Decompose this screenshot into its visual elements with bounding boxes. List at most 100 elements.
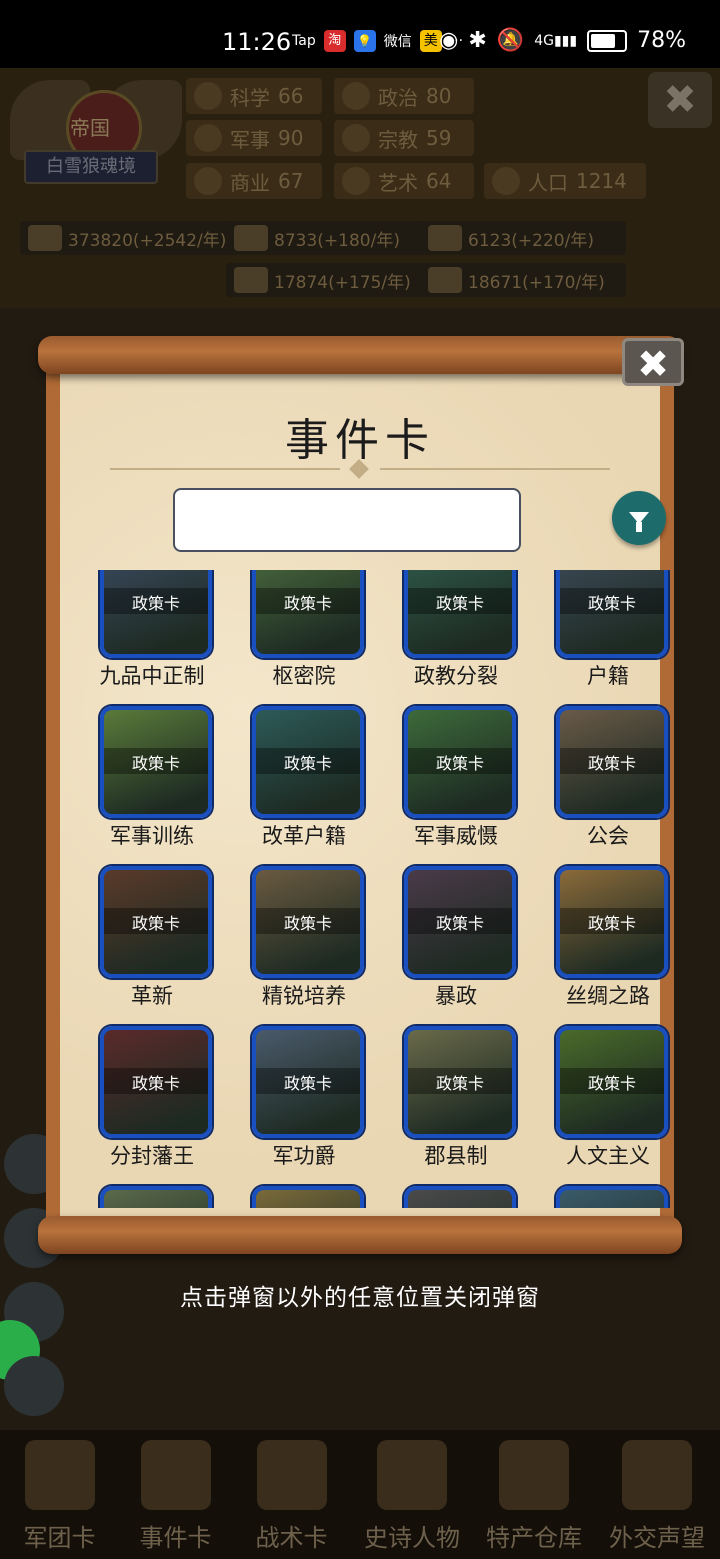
card-type-label: 政策卡: [587, 754, 636, 773]
card-type-label: 政策卡: [283, 1074, 332, 1093]
crown-icon: [377, 1440, 447, 1510]
policy-card[interactable]: 政策卡: [386, 1186, 526, 1208]
card-type-label: 政策卡: [131, 914, 180, 933]
stat-religion: 宗教 59: [334, 120, 474, 156]
stat-science: 科学 66: [186, 78, 322, 114]
policy-card[interactable]: 政策卡枢密院: [234, 570, 374, 696]
card-art: 政策卡: [404, 866, 516, 978]
policy-card[interactable]: 政策卡 公会: [538, 706, 678, 856]
card-art: 政策卡: [404, 570, 516, 658]
envelope-icon: [622, 1440, 692, 1510]
search-input[interactable]: [173, 488, 521, 552]
card-art: 政策卡: [556, 570, 668, 658]
help-button[interactable]: [4, 1356, 64, 1416]
iron-icon: [428, 225, 462, 251]
card-name: 革新: [131, 984, 173, 1008]
policy-card[interactable]: 政策卡: [82, 1186, 222, 1208]
scroll-icon: [140, 1440, 211, 1510]
policy-card[interactable]: 政策卡 政教分裂: [386, 570, 526, 696]
bulb-icon: 💡: [353, 30, 376, 52]
battery-icon: [587, 29, 628, 52]
card-name: 公会: [587, 824, 629, 848]
eye-icon: ◉: [439, 28, 459, 53]
filter-icon: [629, 512, 649, 532]
scroll-paper: 事件卡 政策卡 九品中正制 政策卡 枢密院 政策卡 政教分裂 政策卡 户籍 政策卡 军事训练 政策卡…: [46, 366, 674, 1226]
card-type-label: 政策卡: [131, 594, 180, 613]
wechat-icon: 微信: [383, 34, 412, 50]
wood-icon: [234, 225, 268, 251]
policy-card[interactable]: 政策卡九品中正制: [82, 570, 222, 696]
policy-card[interactable]: 政策卡 郡县制: [386, 1026, 526, 1176]
leaf-icon: [342, 167, 370, 195]
card-type-label: 政策卡: [587, 594, 636, 613]
policy-card[interactable]: 政策卡 户籍: [538, 570, 678, 696]
capitol-icon: [342, 82, 370, 110]
card-name: 枢密院: [272, 664, 336, 688]
status-time: 11:26: [222, 28, 292, 56]
stat-commerce: 商业 67: [186, 163, 322, 199]
card-name: 军事训练: [110, 824, 194, 848]
nav-tactic-cards[interactable]: 战术卡: [234, 1430, 349, 1552]
card-name: 分封藩王: [110, 1144, 194, 1168]
person-icon: [492, 167, 520, 195]
card-art: 政策卡: [100, 1026, 212, 1138]
policy-card[interactable]: 政策卡 暴政: [386, 866, 526, 1016]
policy-card[interactable]: 政策卡军事训练: [82, 706, 222, 856]
card-art: 政策卡: [404, 1026, 516, 1138]
planet-icon: [194, 82, 222, 110]
event-card-modal: 事件卡 政策卡 九品中正制 政策卡 枢密院 政策卡 政教分裂 政策卡 户籍 政策卡 军事训练 政策卡…: [38, 336, 684, 1266]
policy-card[interactable]: 政策卡人文主义: [538, 1026, 678, 1176]
scroll-rod-bottom: [38, 1216, 682, 1254]
status-app-icons: Tap 淘 💡 微信 美 ···: [292, 30, 463, 52]
card-type-label: 政策卡: [283, 594, 332, 613]
resource-wood: 8733(+180/年): [226, 221, 426, 255]
modal-close-button[interactable]: ✖: [622, 338, 684, 386]
card-art: 政策卡: [252, 706, 364, 818]
card-type-label: 政策卡: [131, 754, 180, 773]
filter-button[interactable]: [612, 491, 666, 545]
card-name: 人文主义: [566, 1144, 650, 1168]
helmet-icon: [24, 1440, 95, 1510]
card-name: 改革户籍: [262, 824, 346, 848]
card-grid[interactable]: 政策卡 九品中正制 政策卡 枢密院 政策卡 政教分裂 政策卡 户籍 政策卡 军事训练 政策卡 改革户籍…: [82, 570, 682, 1208]
card-type-label: 政策卡: [435, 1074, 484, 1093]
card-art: 政策卡: [100, 570, 212, 658]
tap-icon: Tap: [292, 33, 316, 49]
taobao-icon: 淘: [323, 30, 346, 52]
nav-specialty-warehouse[interactable]: 特产仓库: [476, 1430, 592, 1552]
hud-close-button[interactable]: ✖: [648, 72, 712, 128]
nav-legion-cards[interactable]: 军团卡: [2, 1430, 117, 1552]
policy-card[interactable]: 政策卡: [234, 1186, 374, 1208]
card-type-label: 政策卡: [587, 1074, 636, 1093]
card-art: 政策卡: [252, 570, 364, 658]
policy-card[interactable]: 政策卡 革新: [82, 866, 222, 1016]
nav-epic-figures[interactable]: 史诗人物: [354, 1430, 470, 1552]
resource-meat: 18671(+170/年): [420, 263, 626, 297]
card-type-label: 政策卡: [283, 914, 332, 933]
policy-card[interactable]: 政策卡改革户籍: [234, 706, 374, 856]
policy-card[interactable]: 政策卡 丝绸之路: [538, 866, 678, 1016]
nav-event-cards[interactable]: 事件卡: [118, 1430, 233, 1552]
policy-card[interactable]: 政策卡 军事威慑: [386, 706, 526, 856]
card-name: 九品中正制: [99, 664, 205, 688]
stat-politics: 政治 80: [334, 78, 474, 114]
card-name: 户籍: [587, 664, 629, 688]
card-name: 军功爵: [272, 1144, 336, 1168]
card-type-label: 政策卡: [435, 594, 484, 613]
policy-card[interactable]: 政策卡: [538, 1186, 678, 1208]
resource-gold: 373820(+2542/年): [20, 221, 246, 255]
crossed-swords-icon: [256, 1440, 327, 1510]
resource-iron: 6123(+220/年): [420, 221, 626, 255]
card-type-label: 政策卡: [587, 914, 636, 933]
card-type-label: 政策卡: [435, 914, 484, 933]
card-type-label: 政策卡: [435, 754, 484, 773]
card-art: 政策卡: [556, 706, 668, 818]
scale-icon: [194, 167, 222, 195]
nav-diplomacy[interactable]: 外交声望: [598, 1430, 716, 1552]
card-type-label: 政策卡: [283, 754, 332, 773]
policy-card[interactable]: 政策卡分封藩王: [82, 1026, 222, 1176]
policy-card[interactable]: 政策卡 精锐培养: [234, 866, 374, 1016]
card-type-label: 政策卡: [131, 1074, 180, 1093]
card-art: 政策卡: [100, 1186, 212, 1208]
policy-card[interactable]: 政策卡军功爵: [234, 1026, 374, 1176]
